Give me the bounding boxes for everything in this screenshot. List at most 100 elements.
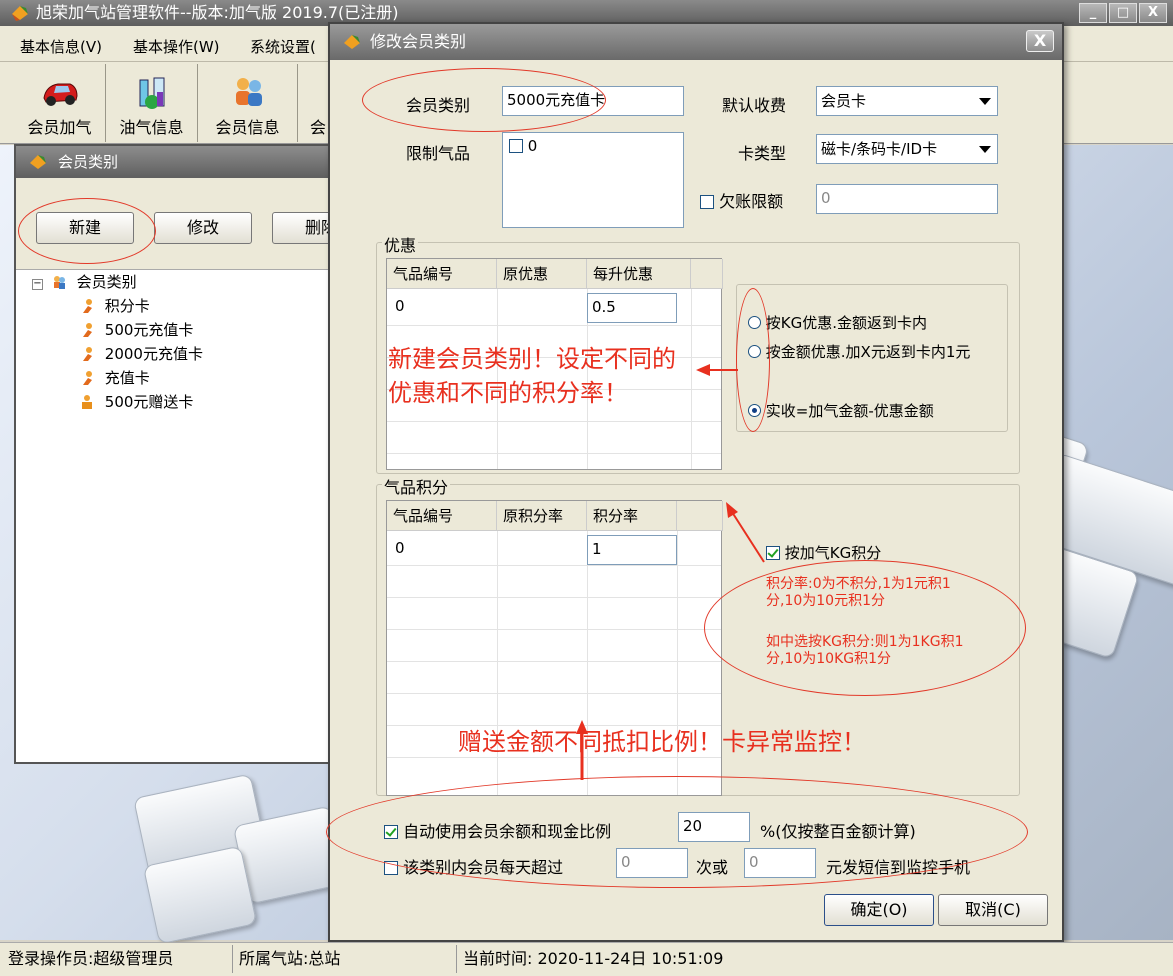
default-charge-value: 会员卡 bbox=[821, 92, 867, 110]
grid-line bbox=[387, 325, 721, 326]
grid-line bbox=[387, 421, 721, 422]
close-button[interactable]: X bbox=[1139, 3, 1167, 23]
grid-header: 气品编号 bbox=[387, 259, 497, 289]
toolbar-label: 会员加气 bbox=[27, 118, 92, 137]
grid-line bbox=[387, 629, 721, 630]
points-group-label: 气品积分 bbox=[382, 474, 451, 498]
user-icon bbox=[83, 323, 92, 337]
car-icon bbox=[42, 83, 78, 106]
grid-line bbox=[387, 565, 721, 566]
grid-header: 原优惠 bbox=[497, 259, 587, 289]
member-category-title: 会员类别 bbox=[58, 153, 119, 171]
app-logo-icon bbox=[30, 155, 46, 169]
default-charge-label: 默认收费 bbox=[722, 96, 787, 115]
limit-gas-list[interactable]: 0 bbox=[502, 132, 684, 228]
tree-item[interactable]: 500元赠送卡 bbox=[32, 390, 203, 414]
gift-user-icon bbox=[82, 395, 92, 409]
grid-header: 积分率 bbox=[587, 501, 677, 531]
fuel-lab-icon bbox=[139, 77, 164, 109]
tree-item-label: 积分卡 bbox=[104, 297, 150, 315]
grid-line bbox=[387, 661, 721, 662]
collapse-icon[interactable]: − bbox=[32, 279, 43, 290]
cancel-button[interactable]: 取消(C) bbox=[938, 894, 1048, 926]
grid-header: 气品编号 bbox=[387, 501, 497, 531]
toolbar-member-info-button[interactable]: 会员信息 bbox=[198, 64, 298, 142]
menu-basic-info[interactable]: 基本信息(V) bbox=[20, 36, 102, 57]
discount-group-label: 优惠 bbox=[382, 232, 419, 256]
tree-item[interactable]: 充值卡 bbox=[32, 366, 203, 390]
menu-system-settings[interactable]: 系统设置( bbox=[250, 36, 316, 57]
annotation-circle bbox=[18, 198, 156, 264]
members-icon bbox=[53, 276, 65, 289]
dialog-close-button[interactable]: X bbox=[1026, 30, 1054, 52]
option-label: 按KG优惠.金额返到卡内 bbox=[765, 314, 928, 332]
minimize-button[interactable]: _ bbox=[1079, 3, 1107, 23]
tree-item[interactable]: 500元充值卡 bbox=[32, 318, 203, 342]
tree-root[interactable]: − 会员类别 bbox=[32, 270, 203, 294]
chevron-down-icon bbox=[979, 98, 991, 105]
app-title: 旭荣加气站管理软件--版本:加气版 2019.7(已注册) bbox=[36, 3, 399, 22]
category-tree: − 会员类别 积分卡 500元充值卡 2000元充值卡 充值卡 500元赠送卡 bbox=[32, 270, 203, 414]
dialog-title: 修改会员类别 bbox=[370, 32, 467, 51]
toolbar-member-refuel-button[interactable]: 会员加气 bbox=[14, 64, 106, 142]
edit-member-category-dialog: 修改会员类别 X 会员类别 5000元充值卡 默认收费 会员卡 限制气品 0 卡… bbox=[326, 22, 1064, 942]
ok-button[interactable]: 确定(O) bbox=[824, 894, 934, 926]
tree-root-label: 会员类别 bbox=[76, 273, 137, 291]
limit-gas-item[interactable]: 0 bbox=[503, 133, 683, 159]
status-bar: 登录操作员:超级管理员 所属气站:总站 当前时间: 2020-11-24日 10… bbox=[0, 942, 1173, 976]
status-operator: 登录操作员:超级管理员 bbox=[8, 949, 174, 968]
tree-item-label: 2000元充值卡 bbox=[104, 345, 203, 363]
app-logo-icon bbox=[12, 6, 28, 21]
credit-limit-input[interactable]: 0 bbox=[816, 184, 998, 214]
grid-line bbox=[387, 597, 721, 598]
maximize-button[interactable]: □ bbox=[1109, 3, 1137, 23]
chevron-down-icon bbox=[979, 146, 991, 153]
discount-mode-option[interactable]: 实收=加气金额-优惠金额 bbox=[748, 400, 934, 421]
toolbar-label: 会 bbox=[309, 118, 326, 137]
card-type-label: 卡类型 bbox=[738, 144, 787, 163]
menu-basic-ops[interactable]: 基本操作(W) bbox=[133, 36, 220, 57]
toolbar-fuel-info-button[interactable]: 油气信息 bbox=[106, 64, 198, 142]
grid-cell[interactable]: 0 bbox=[395, 297, 405, 315]
tree-item[interactable]: 积分卡 bbox=[32, 294, 203, 318]
member-category-window: 会员类别 新建 修改 删除 − 会员类别 积分卡 500元充值卡 2000元充值… bbox=[14, 144, 370, 764]
discount-mode-option[interactable]: 按KG优惠.金额返到卡内 bbox=[748, 312, 927, 333]
status-station: 所属气站:总站 bbox=[232, 945, 340, 973]
edit-button[interactable]: 修改 bbox=[154, 212, 252, 244]
credit-limit-label: 欠账限额 bbox=[719, 192, 784, 211]
points-rate-input[interactable]: 1 bbox=[587, 535, 677, 565]
annotation-circle bbox=[704, 560, 1026, 696]
card-type-value: 磁卡/条码卡/ID卡 bbox=[821, 140, 938, 158]
checkbox[interactable] bbox=[509, 139, 523, 153]
per-liter-discount-input[interactable]: 0.5 bbox=[587, 293, 677, 323]
checkbox[interactable] bbox=[700, 195, 714, 209]
annotation-circle bbox=[736, 288, 770, 432]
annotation-circle bbox=[362, 68, 606, 132]
grid-header bbox=[677, 501, 723, 531]
tree-item-label: 500元充值卡 bbox=[104, 321, 194, 339]
checkbox-checked[interactable] bbox=[766, 546, 780, 560]
option-label: 按金额优惠.加X元返到卡内1元 bbox=[765, 343, 971, 361]
tree-item[interactable]: 2000元充值卡 bbox=[32, 342, 203, 366]
credit-limit-checkbox[interactable]: 欠账限额 bbox=[700, 188, 783, 212]
user-icon bbox=[83, 371, 92, 385]
card-type-select[interactable]: 磁卡/条码卡/ID卡 bbox=[816, 134, 998, 164]
status-time: 当前时间: 2020-11-24日 10:51:09 bbox=[456, 945, 723, 973]
grid-line bbox=[387, 453, 721, 454]
toolbar-label: 会员信息 bbox=[215, 118, 280, 137]
limit-gas-label: 限制气品 bbox=[406, 144, 471, 163]
limit-gas-item-label: 0 bbox=[527, 137, 538, 155]
annotation-circle bbox=[326, 776, 1028, 888]
window-controls: _ □ X bbox=[1079, 3, 1167, 23]
annotation-note: 新建会员类别！设定不同的优惠和不同的积分率！ bbox=[388, 345, 676, 407]
app-logo-icon bbox=[344, 35, 360, 49]
discount-mode-option[interactable]: 按金额优惠.加X元返到卡内1元 bbox=[748, 344, 998, 360]
grid-header bbox=[691, 259, 723, 289]
dialog-title-bar: 修改会员类别 bbox=[330, 24, 1062, 60]
grid-cell[interactable]: 0 bbox=[395, 539, 405, 557]
user-icon bbox=[83, 299, 92, 313]
default-charge-select[interactable]: 会员卡 bbox=[816, 86, 998, 116]
tree-item-label: 充值卡 bbox=[104, 369, 150, 387]
tree-item-label: 500元赠送卡 bbox=[104, 393, 194, 411]
member-category-title-bar: 会员类别 bbox=[16, 146, 330, 178]
